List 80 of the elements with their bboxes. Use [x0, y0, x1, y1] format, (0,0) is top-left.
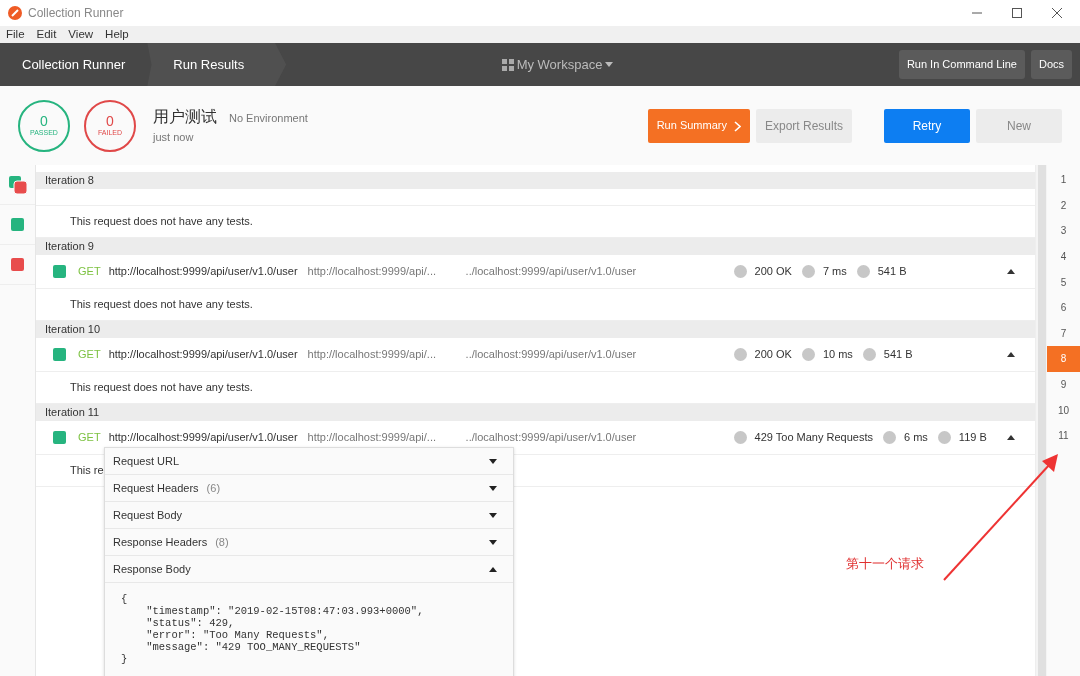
run-time: just now	[153, 130, 195, 146]
status-dot	[862, 348, 876, 361]
status-dot	[733, 431, 747, 444]
method-label: GET	[78, 264, 101, 280]
details-section[interactable]: Request URL	[105, 448, 513, 475]
iteration-header: Iteration 9	[36, 238, 1035, 255]
status-dot	[801, 265, 815, 278]
iteration-number[interactable]: 9	[1047, 371, 1080, 398]
status-dot	[733, 348, 747, 361]
caret-icon	[605, 62, 614, 67]
iteration-number[interactable]: 1	[1047, 167, 1080, 193]
maximize-icon[interactable]	[1012, 8, 1022, 18]
response-size: 541 B	[877, 264, 907, 280]
menu-item[interactable]: File	[6, 25, 25, 44]
request-url-short: http://localhost:9999/api/...	[307, 264, 437, 280]
menu-item[interactable]: Help	[105, 25, 129, 44]
status-code: 429 Too Many Requests	[754, 430, 873, 446]
chevron-right-icon	[733, 120, 741, 132]
response-time: 6 ms	[904, 430, 928, 446]
status-dot	[733, 265, 747, 278]
status-square	[53, 348, 66, 361]
annotation-text: 第十一个请求	[846, 555, 924, 573]
request-url-short: http://localhost:9999/api/...	[307, 430, 437, 446]
status-dot	[856, 265, 870, 278]
request-url-tail: ../localhost:9999/api/user/v1.0/user	[465, 347, 638, 363]
request-url[interactable]: http://localhost:9999/api/user/v1.0/user	[108, 346, 298, 363]
app-logo-icon	[8, 6, 22, 20]
status-code: 200 OK	[754, 347, 792, 363]
request-url[interactable]: http://localhost:9999/api/user/v1.0/user	[108, 263, 298, 280]
response-size: 541 B	[883, 347, 913, 363]
details-section[interactable]: Response Headers (8)	[105, 529, 513, 556]
details-section[interactable]: Response Body	[105, 556, 513, 583]
iteration-number[interactable]: 2	[1047, 192, 1080, 219]
menu-item[interactable]: Edit	[36, 25, 57, 44]
stacked-squares-icon[interactable]	[8, 175, 27, 194]
section-count: (8)	[215, 534, 229, 550]
request-url-tail: ../localhost:9999/api/user/v1.0/user	[465, 264, 638, 280]
header-button[interactable]: Run In Command Line	[898, 50, 1025, 79]
grid-icon	[501, 58, 514, 71]
caret-up-icon[interactable]	[1007, 352, 1015, 357]
iteration-number[interactable]: 6	[1047, 294, 1080, 321]
method-label: GET	[78, 347, 101, 363]
iteration-number[interactable]: 3	[1047, 218, 1080, 244]
window-title: Collection Runner	[28, 5, 124, 22]
iteration-number[interactable]: 4	[1047, 243, 1080, 270]
caret-up-icon[interactable]	[1007, 435, 1015, 440]
collection-name: 用户测试	[153, 107, 217, 128]
scrollbar-thumb[interactable]	[1038, 165, 1046, 676]
response-body-code: { "timestamp": "2019-02-15T08:47:03.993+0000", "status": 429, "error": "Too Many Requests", "message": "429 TOO_MANY_REQUESTS" }	[120, 592, 425, 666]
menu-item[interactable]: View	[68, 25, 94, 44]
response-time: 10 ms	[822, 347, 853, 363]
close-icon[interactable]	[1052, 8, 1062, 18]
iteration-header: Iteration 11	[36, 404, 1035, 421]
caret-up-icon[interactable]	[1007, 269, 1015, 274]
status-dot	[883, 431, 896, 444]
response-size: 119 B	[958, 430, 987, 446]
status-dot	[937, 431, 951, 444]
iteration-header: Iteration 8	[36, 172, 1035, 189]
iteration-number[interactable]: 7	[1047, 320, 1080, 347]
status-code: 200 OK	[754, 264, 792, 280]
status-square	[53, 431, 66, 444]
response-time: 7 ms	[822, 264, 847, 280]
iteration-number[interactable]: 10	[1047, 397, 1080, 423]
details-section[interactable]: Request Body	[105, 502, 513, 529]
breadcrumb-tab[interactable]: Collection Runner	[0, 43, 148, 86]
header-button[interactable]: Docs	[1030, 50, 1072, 79]
method-label: GET	[78, 430, 101, 446]
environment-label: No Environment	[229, 111, 308, 127]
workspace-dropdown[interactable]: My Workspace	[501, 54, 614, 75]
breadcrumb-tab[interactable]: Run Results	[147, 43, 287, 86]
iteration-number[interactable]: 11	[1047, 422, 1080, 449]
status-square	[53, 265, 66, 278]
action-button[interactable]: Retry	[884, 108, 970, 143]
iteration-number[interactable]: 5	[1047, 269, 1080, 295]
status-dot	[801, 348, 815, 361]
request-url[interactable]: http://localhost:9999/api/user/v1.0/user	[108, 429, 298, 446]
request-url-tail: ../localhost:9999/api/user/v1.0/user	[465, 430, 638, 446]
request-url-short: http://localhost:9999/api/...	[307, 347, 437, 363]
details-section[interactable]: Request Headers (6)	[105, 475, 513, 502]
iteration-header: Iteration 10	[36, 321, 1035, 338]
